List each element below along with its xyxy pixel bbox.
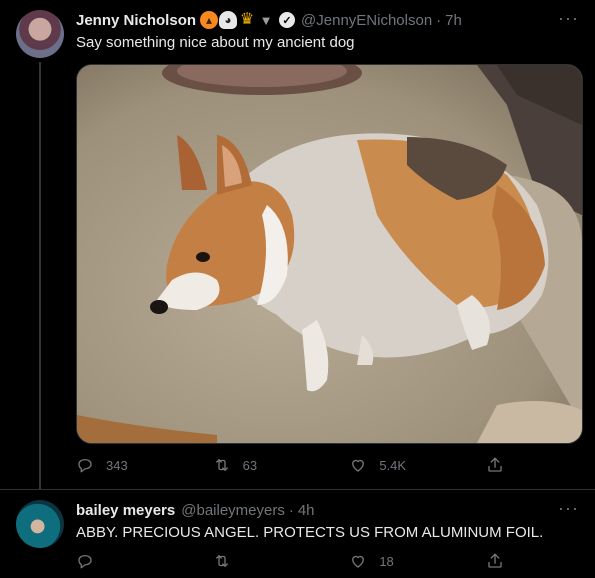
like-count: 5.4K [379, 457, 407, 473]
author-handle[interactable]: @baileymeyers [181, 502, 285, 519]
like-button[interactable]: 18 [349, 552, 449, 570]
share-icon [488, 553, 502, 568]
tweet-actions: 18 [76, 552, 506, 570]
avatar[interactable] [16, 500, 64, 548]
reply-button[interactable]: 343 [76, 456, 176, 474]
avatar[interactable] [16, 10, 64, 58]
jack-o-lantern-icon: ▴ [200, 11, 219, 29]
share-icon [488, 457, 502, 472]
tweet-text: ABBY. PRECIOUS ANGEL. PROTECTS US FROM A… [76, 524, 544, 541]
reply-tweet[interactable]: bailey meyers @baileymeyers · 4h ··· ABB… [0, 490, 595, 578]
tweet[interactable]: Jenny Nicholson ▴ ◕ ♛ ▼ ✓ @JennyENichols… [0, 0, 595, 490]
thread-line [39, 62, 41, 490]
retweet-count: 63 [242, 457, 258, 473]
like-count: 18 [379, 553, 394, 569]
timestamp[interactable]: 7h [445, 12, 462, 29]
tweet-actions: 343 63 5.4K [76, 456, 506, 474]
reply-icon [78, 459, 92, 473]
share-button[interactable] [486, 456, 506, 474]
tweet-text: Say something nice about my ancient dog [76, 34, 355, 51]
retweet-button[interactable] [213, 552, 313, 570]
verified-badge-icon: ✓ [279, 12, 296, 28]
dog-photo [77, 65, 582, 443]
timestamp[interactable]: 4h [298, 502, 315, 519]
separator: · [436, 11, 442, 29]
like-button[interactable]: 5.4K [349, 456, 449, 474]
heart-icon [352, 555, 365, 568]
bat-icon: ▼ [259, 12, 273, 28]
retweet-icon [215, 555, 228, 567]
more-options-icon[interactable]: ··· [558, 8, 579, 29]
author-name[interactable]: Jenny Nicholson [76, 12, 196, 29]
share-button[interactable] [486, 552, 506, 570]
trophy-icon: ♛ [239, 11, 255, 28]
tweet-header: Jenny Nicholson ▴ ◕ ♛ ▼ ✓ @JennyENichols… [76, 10, 462, 30]
reply-button[interactable] [76, 552, 176, 570]
retweet-button[interactable]: 63 [213, 456, 313, 474]
author-name[interactable]: bailey meyers [76, 502, 175, 519]
ghost-icon: ◕ [219, 11, 238, 29]
tweet-header: bailey meyers @baileymeyers · 4h [76, 500, 315, 520]
more-options-icon[interactable]: ··· [558, 498, 579, 519]
reply-icon [78, 555, 92, 569]
author-handle[interactable]: @JennyENicholson [301, 12, 432, 29]
retweet-icon [215, 459, 228, 471]
name-emojis: ▴ ◕ ♛ ▼ [200, 11, 275, 29]
reply-count: 343 [106, 457, 128, 473]
separator: · [288, 501, 294, 519]
tweet-photo[interactable] [76, 64, 583, 444]
heart-icon [352, 459, 365, 472]
